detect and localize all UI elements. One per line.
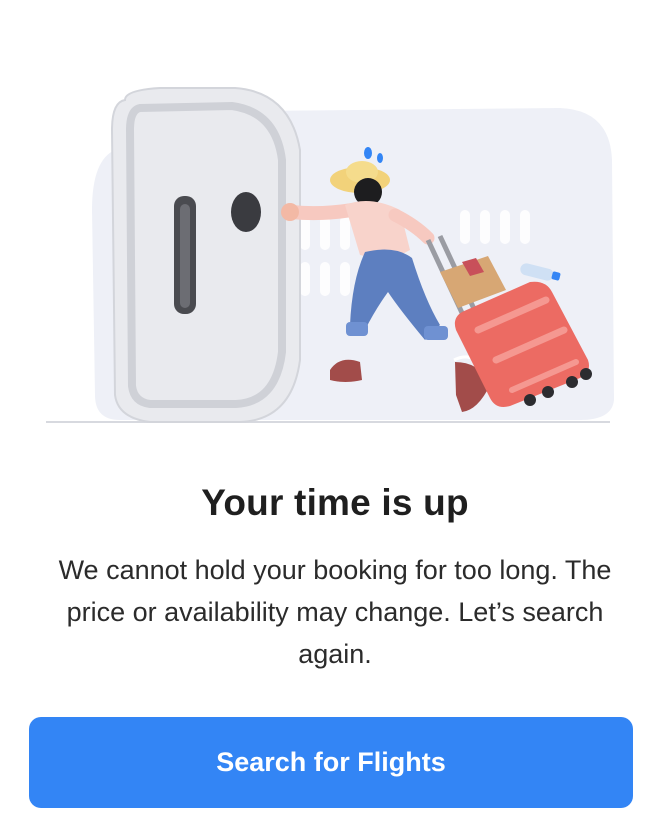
door-icon [110,87,301,423]
dialog-title: Your time is up [201,482,469,523]
search-for-flights-button[interactable]: Search for Flights [29,717,633,808]
time-expired-dialog: Your time is up We cannot hold your book… [0,0,670,836]
time-up-illustration [0,0,670,440]
dialog-message: We cannot hold your booking for too long… [58,555,612,669]
